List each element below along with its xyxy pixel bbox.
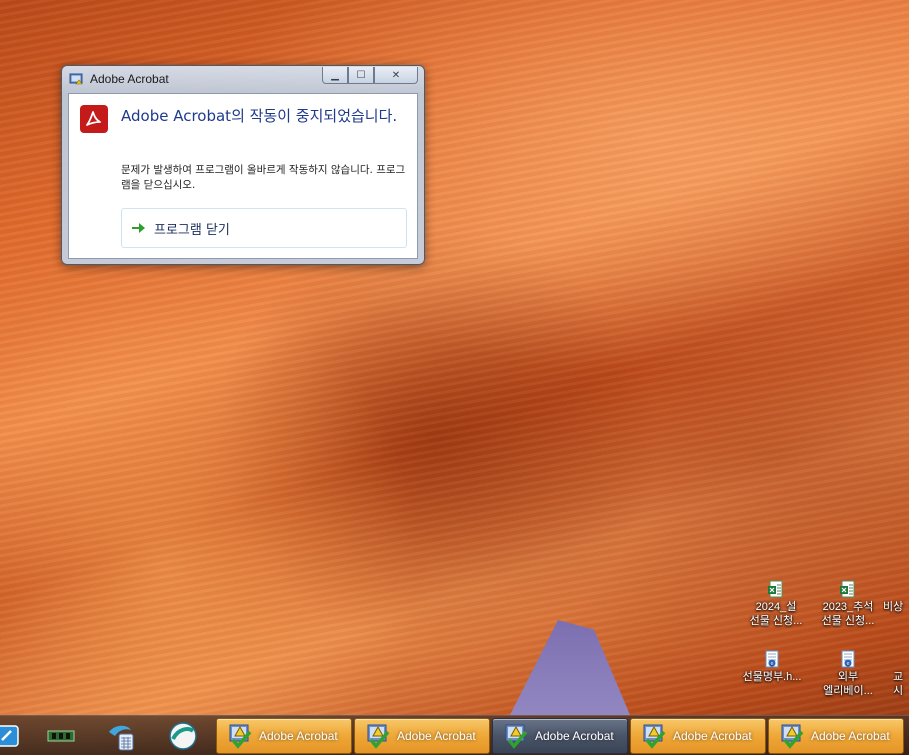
desktop-icon-label-line2: 시	[893, 685, 904, 697]
close-icon: ✕	[391, 69, 401, 81]
dialog-titlebar[interactable]: Adobe Acrobat ▁ ☐ ✕	[62, 66, 424, 92]
taskbar-button-label: Adobe Acrobat	[673, 729, 752, 743]
spreadsheet-icon	[768, 580, 783, 598]
taskbar-button-label: Adobe Acrobat	[259, 729, 338, 743]
close-program-label: 프로그램 닫기	[154, 222, 230, 238]
taskbar-button-acrobat-1[interactable]: Adobe Acrobat	[216, 718, 352, 754]
memory-chip-icon	[47, 730, 75, 742]
taskbar-button-label: Adobe Acrobat	[535, 729, 614, 743]
desktop-icon-label-line2: 선물 신청...	[749, 615, 803, 627]
sphere-app-icon	[169, 722, 197, 750]
maximize-icon: ☐	[356, 69, 366, 81]
taskbar-button-acrobat-4[interactable]: Adobe Acrobat	[630, 718, 766, 754]
quick-launch-edit[interactable]	[0, 720, 24, 752]
quick-launch-memory[interactable]	[44, 720, 78, 752]
taskbar-button-label: Adobe Acrobat	[397, 729, 476, 743]
desktop-icon-label-line1: 비상	[883, 601, 904, 613]
document-icon	[887, 580, 905, 598]
acrobat-warning-icon	[367, 724, 390, 749]
desktop-icon-emergency[interactable]: 비상	[883, 580, 909, 614]
dialog-message: 문제가 발생하여 프로그램이 올바르게 작동하지 않습니다. 프로그램을 닫으십…	[121, 164, 406, 191]
dialog-content: Adobe Acrobat의 작동이 중지되었습니다. 문제가 발생하여 프로그…	[68, 93, 418, 259]
dialog-heading: Adobe Acrobat의 작동이 중지되었습니다.	[121, 107, 398, 125]
caption-buttons: ▁ ☐ ✕	[322, 67, 418, 85]
hwp-document-icon: e	[841, 650, 855, 668]
desktop-icon-label-line2: 엘리베이...	[823, 685, 873, 697]
edit-icon	[0, 725, 19, 747]
minimize-icon: ▁	[331, 69, 339, 81]
document-icon	[893, 650, 909, 668]
close-program-button[interactable]: 프로그램 닫기	[121, 208, 407, 248]
desktop-icon-label-line1: 2023_추석	[822, 601, 874, 613]
desktop-icon-2023-gift[interactable]: 2023_추석 선물 신청...	[811, 580, 885, 628]
desktop-icon-external-elevator[interactable]: e 외부 엘리베이...	[811, 650, 885, 698]
spreadsheet-icon	[840, 580, 855, 598]
maximize-button[interactable]: ☐	[348, 67, 374, 84]
svg-text:e: e	[846, 661, 849, 667]
error-app-icon	[69, 73, 83, 85]
acrobat-warning-icon	[505, 724, 528, 749]
quick-launch-calculator[interactable]	[104, 720, 138, 752]
desktop-icon-label-line1: 교	[893, 671, 904, 683]
acrobat-warning-icon	[643, 724, 666, 749]
desktop-icon-2024-gift[interactable]: 2024_설 선물 신청...	[739, 580, 813, 628]
close-button[interactable]: ✕	[374, 67, 418, 84]
acrobat-warning-icon	[229, 724, 252, 749]
taskbar-button-acrobat-5[interactable]: Adobe Acrobat	[768, 718, 904, 754]
dialog-title: Adobe Acrobat	[90, 72, 169, 86]
taskbar: Adobe Acrobat Adobe Acrobat Adobe Acroba…	[0, 715, 909, 755]
minimize-button[interactable]: ▁	[322, 67, 348, 84]
svg-text:e: e	[770, 661, 773, 667]
desktop-icon-label-line2: 선물 신청...	[821, 615, 875, 627]
taskbar-button-acrobat-2[interactable]: Adobe Acrobat	[354, 718, 490, 754]
error-dialog: Adobe Acrobat ▁ ☐ ✕ Adobe Acrobat의 작동이 중…	[61, 65, 425, 265]
acrobat-warning-icon	[781, 724, 804, 749]
dolphin-calculator-icon	[109, 725, 134, 751]
hwp-document-icon: e	[765, 650, 779, 668]
taskbar-button-label: Adobe Acrobat	[811, 729, 890, 743]
wallpaper-sky	[510, 620, 630, 715]
desktop-icon-label-line1: 선물명부.h...	[742, 671, 802, 683]
desktop-icon-label-line1: 2024_설	[755, 601, 797, 613]
desktop-icon-label-line1: 외부	[837, 671, 859, 683]
quick-launch-sphere[interactable]	[166, 720, 200, 752]
acrobat-pdf-icon	[80, 105, 108, 133]
desktop-icon-gift-list[interactable]: e 선물명부.h...	[735, 650, 809, 684]
taskbar-button-acrobat-3[interactable]: Adobe Acrobat	[492, 718, 628, 754]
green-arrow-icon	[132, 223, 145, 233]
desktop-icon-edu[interactable]: 교 시	[893, 650, 909, 698]
